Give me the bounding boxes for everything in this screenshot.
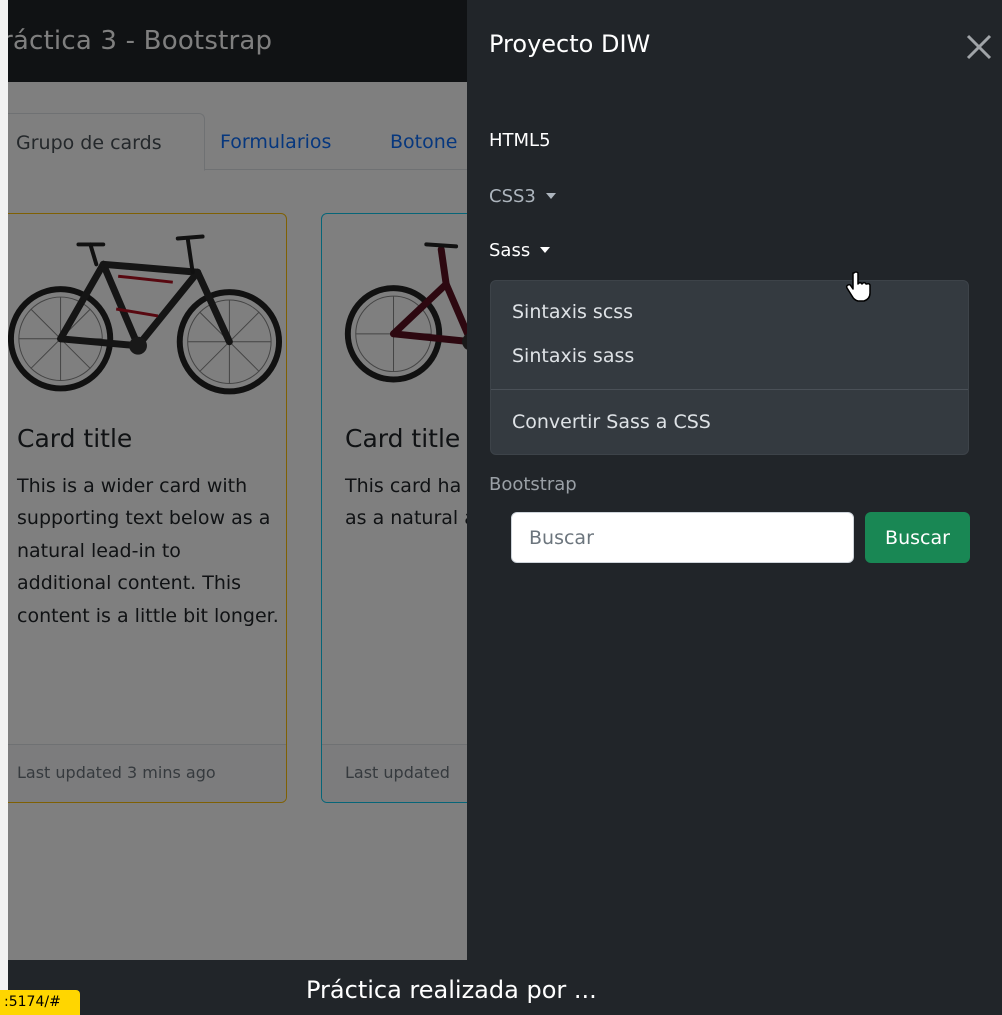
dropdown-item-sintaxis-sass[interactable]: Sintaxis sass [512, 345, 634, 367]
search-button[interactable]: Buscar [865, 512, 970, 563]
nav-link-label: CSS3 [489, 186, 536, 207]
hand-pointer-icon [845, 271, 871, 302]
close-icon[interactable] [962, 30, 996, 64]
footer-text: Práctica realizada por ... [306, 976, 597, 1004]
nav-link-bootstrap[interactable]: Bootstrap [489, 474, 577, 495]
dropdown-item-convertir-sass[interactable]: Convertir Sass a CSS [512, 411, 711, 433]
nav-link-label: Sass [489, 240, 531, 261]
offcanvas-menu: Proyecto DIW HTML5 CSS3 Sass Sintaxis sc… [467, 0, 1002, 960]
offcanvas-title: Proyecto DIW [489, 30, 651, 58]
nav-link-label: HTML5 [489, 130, 551, 151]
status-url: :5174/# [0, 990, 80, 1015]
caret-down-icon [540, 247, 551, 253]
page-footer: Práctica realizada por ... [8, 960, 1002, 1015]
caret-down-icon [545, 193, 556, 199]
nav-dropdown-sass[interactable]: Sass [489, 240, 551, 261]
search-input[interactable] [511, 512, 854, 563]
offcanvas-backdrop[interactable] [8, 0, 467, 960]
sass-dropdown-menu: Sintaxis scss Sintaxis sass Convertir Sa… [490, 280, 969, 455]
nav-dropdown-css3[interactable]: CSS3 [489, 186, 556, 207]
dropdown-item-sintaxis-scss[interactable]: Sintaxis scss [512, 301, 633, 323]
nav-link-html5[interactable]: HTML5 [489, 130, 551, 151]
browser-edge [0, 0, 8, 1015]
dropdown-divider [491, 389, 968, 390]
nav-link-label: Bootstrap [489, 474, 577, 495]
